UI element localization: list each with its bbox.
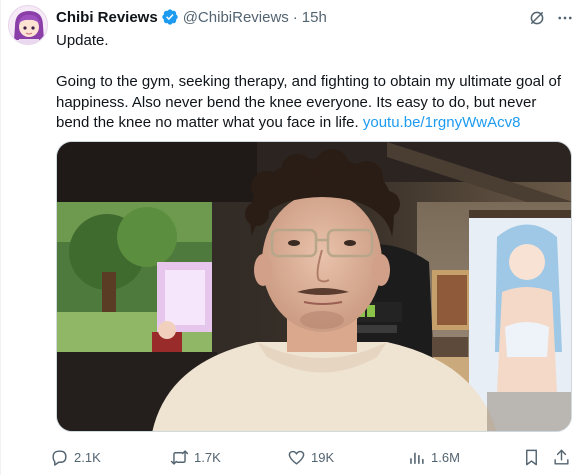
repost-icon <box>170 448 189 467</box>
like-button[interactable]: 19K <box>287 444 334 470</box>
verified-badge-icon <box>161 8 179 26</box>
views-count: 1.6M <box>431 449 460 465</box>
views-button[interactable]: 1.6M <box>407 444 460 470</box>
tweet[interactable]: Chibi Reviews @ChibiReviews · 15h Update… <box>0 0 582 475</box>
handle[interactable]: @ChibiReviews <box>183 9 289 26</box>
avatar-illustration <box>9 6 47 44</box>
display-name[interactable]: Chibi Reviews <box>56 9 158 26</box>
bookmark-icon <box>522 448 541 467</box>
grok-icon[interactable] <box>526 7 548 29</box>
more-icon[interactable] <box>554 7 576 29</box>
like-count: 19K <box>311 449 335 465</box>
share-icon <box>552 448 571 467</box>
repost-button[interactable]: 1.7K <box>170 444 221 470</box>
reply-button[interactable]: 2.1K <box>50 444 101 470</box>
share-button[interactable] <box>552 444 571 470</box>
video-thumbnail <box>57 142 571 431</box>
tweet-text-line: Update. <box>56 32 109 49</box>
tweet-header: Chibi Reviews @ChibiReviews · 15h <box>56 7 327 27</box>
heart-icon <box>287 448 306 467</box>
bookmark-button[interactable] <box>522 444 541 470</box>
divider <box>0 0 1 475</box>
separator-dot: · <box>292 8 298 26</box>
tweet-text: Update. Going to the gym, seeking therap… <box>56 31 571 134</box>
reply-count: 2.1K <box>74 449 101 465</box>
views-icon <box>407 448 426 467</box>
action-bar: 2.1K 1.7K 19K 1.6M <box>50 444 572 470</box>
reply-icon <box>50 448 69 467</box>
avatar[interactable] <box>8 5 48 45</box>
timestamp[interactable]: 15h <box>302 9 327 26</box>
tweet-link[interactable]: youtu.be/1rgnyWwAcv8 <box>363 114 521 131</box>
tweet-text-body: Going to the gym, seeking therapy, and f… <box>56 72 571 134</box>
repost-count: 1.7K <box>194 449 221 465</box>
media-image[interactable] <box>56 141 572 432</box>
